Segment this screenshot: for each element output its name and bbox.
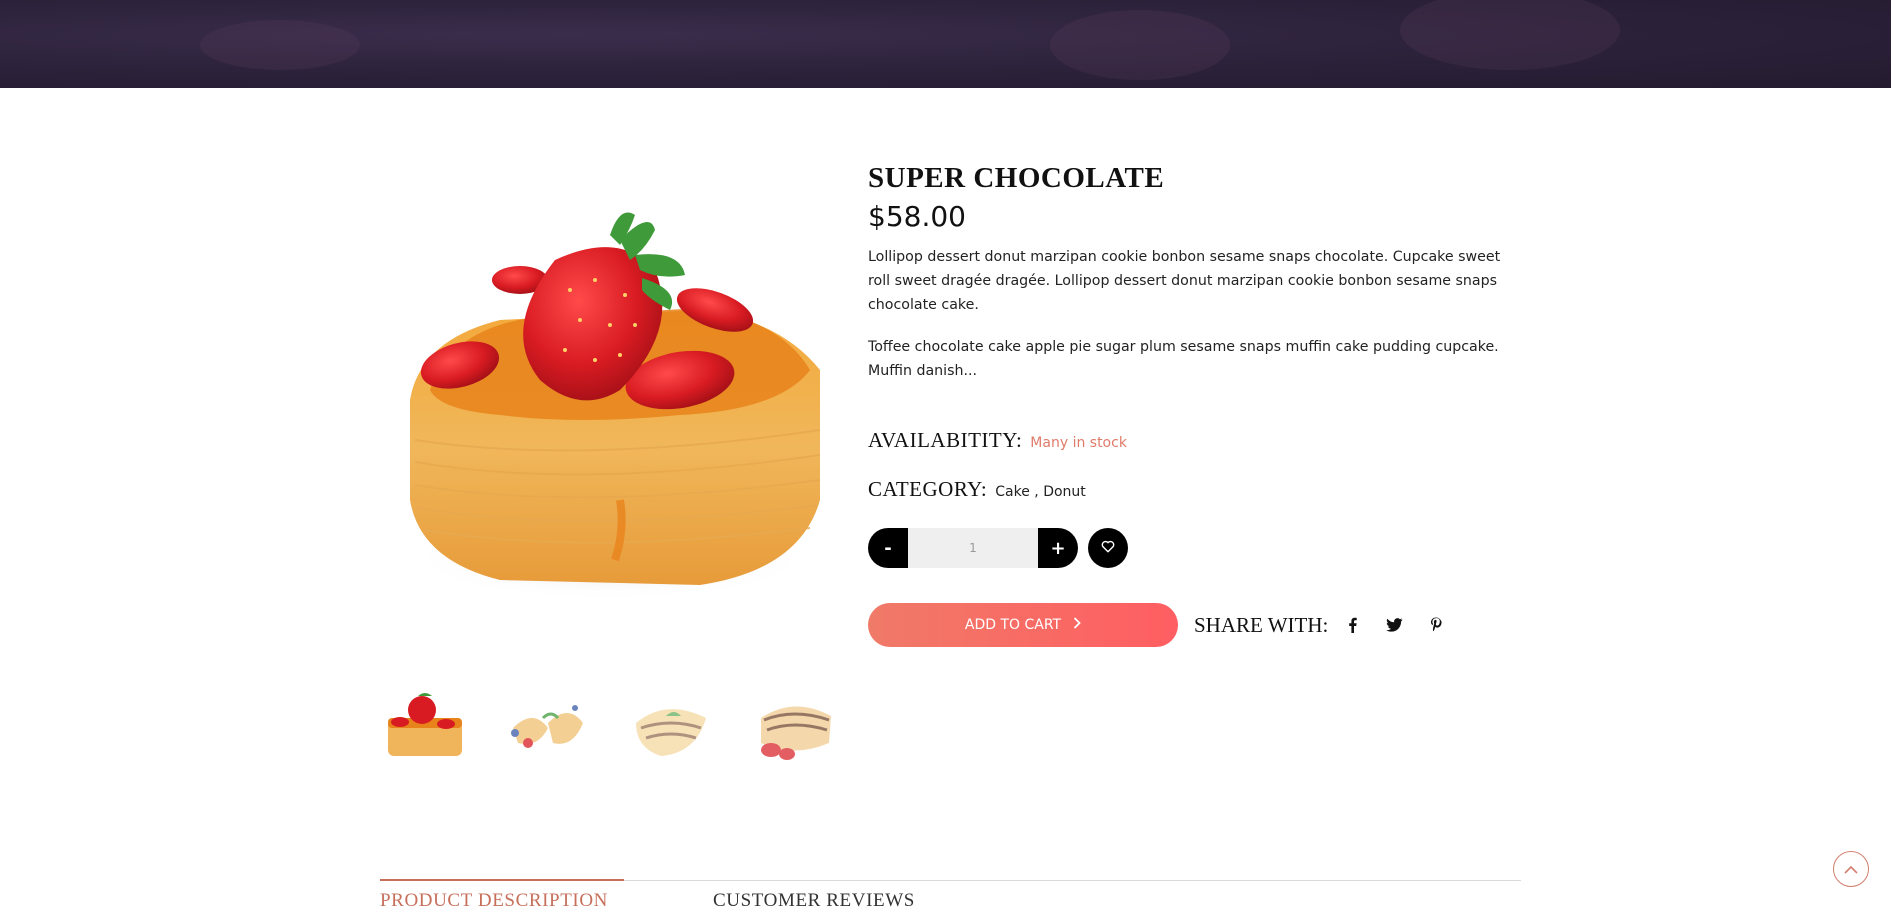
- pinterest-icon[interactable]: [1426, 615, 1446, 635]
- product-price: $58.00: [868, 200, 966, 233]
- share-label: SHARE WITH:: [1194, 612, 1329, 637]
- product-description-2: Toffee chocolate cake apple pie sugar pl…: [868, 339, 1499, 379]
- scroll-to-top-button[interactable]: [1833, 851, 1869, 887]
- page-banner: [0, 0, 1891, 88]
- wishlist-button[interactable]: [1088, 528, 1128, 568]
- quantity-decrease-button[interactable]: -: [868, 528, 908, 568]
- heart-icon: [1101, 540, 1115, 556]
- add-to-cart-label: ADD TO CART: [964, 617, 1062, 633]
- twitter-icon[interactable]: [1384, 615, 1404, 635]
- thumbnail-3[interactable]: [626, 688, 716, 768]
- product-main-image: [380, 200, 840, 640]
- product-title: SUPER CHOCOLATE: [868, 162, 1165, 194]
- chevron-right-icon: [1073, 617, 1081, 633]
- thumbnail-2[interactable]: [503, 688, 593, 768]
- share-section: SHARE WITH:: [1194, 611, 1468, 639]
- thumbnail-4[interactable]: [749, 688, 839, 768]
- quantity-increase-button[interactable]: +: [1038, 528, 1078, 568]
- chevron-up-icon: [1844, 862, 1858, 877]
- availability-value: Many in stock: [1030, 435, 1127, 451]
- product-thumbnails: [380, 688, 840, 768]
- quantity-input[interactable]: [908, 528, 1038, 568]
- facebook-icon[interactable]: [1342, 615, 1362, 635]
- tab-customer-reviews[interactable]: CUSTOMER REVIEWS: [713, 890, 915, 912]
- quantity-stepper: - +: [868, 528, 1078, 568]
- category-value[interactable]: Cake , Donut: [995, 484, 1086, 500]
- availability-label: AVAILABITITY:: [868, 428, 1023, 452]
- thumbnail-1[interactable]: [380, 688, 470, 768]
- availability-row: AVAILABITITY: Many in stock: [868, 428, 1127, 453]
- category-label: CATEGORY:: [868, 477, 988, 501]
- tab-product-description[interactable]: PRODUCT DESCRIPTION: [380, 890, 608, 912]
- product-description-1: Lollipop dessert donut marzipan cookie b…: [868, 249, 1501, 313]
- add-to-cart-button[interactable]: ADD TO CART: [868, 603, 1178, 647]
- category-row: CATEGORY: Cake , Donut: [868, 477, 1086, 502]
- tab-active-indicator: [380, 879, 624, 881]
